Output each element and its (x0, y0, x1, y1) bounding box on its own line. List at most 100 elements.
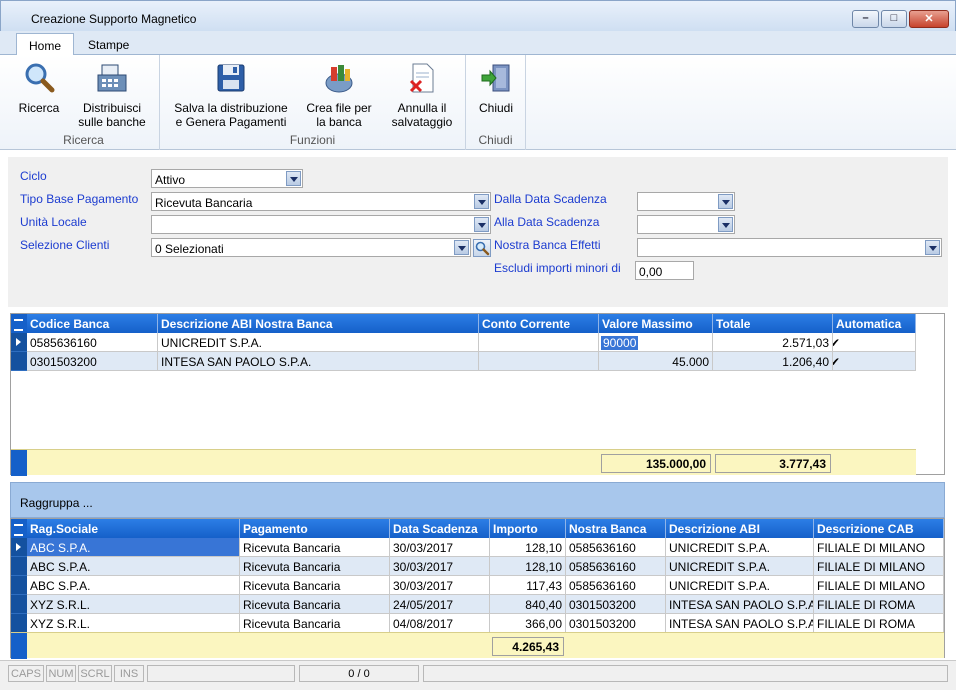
salva-button[interactable]: Salva la distribuzione e Genera Pagament… (168, 61, 294, 129)
table-cell[interactable]: 2.571,03 (713, 333, 833, 352)
col-descrizione-abi[interactable]: Descrizione ABI (666, 519, 814, 538)
table-cell[interactable]: Ricevuta Bancaria (240, 614, 390, 633)
table-cell[interactable]: 24/05/2017 (390, 595, 490, 614)
table-row[interactable]: 0301503200 (27, 352, 158, 371)
table-cell[interactable]: INTESA SAN PAOLO S.P.A (666, 595, 814, 614)
close-icon: ✕ (924, 13, 934, 25)
tipo-base-pagamento-select[interactable]: Ricevuta Bancaria (151, 192, 491, 211)
table-cell[interactable]: 128,10 (490, 538, 566, 557)
col-importo[interactable]: Importo (490, 519, 566, 538)
chiudi-button[interactable]: Chiudi (472, 61, 520, 115)
table-cell[interactable]: 30/03/2017 (390, 538, 490, 557)
valore-massimo-editor[interactable]: 90000 (599, 333, 713, 352)
row-indicator[interactable] (11, 576, 27, 595)
table-cell[interactable]: UNICREDIT S.P.A. (666, 538, 814, 557)
ciclo-select[interactable]: Attivo (151, 169, 303, 188)
table-cell[interactable]: Ricevuta Bancaria (240, 576, 390, 595)
table-cell[interactable]: Ricevuta Bancaria (240, 595, 390, 614)
table-cell[interactable]: 1.206,40 (713, 352, 833, 371)
table-cell[interactable]: 0585636160 (566, 538, 666, 557)
chevron-down-icon[interactable] (925, 240, 940, 255)
table-row[interactable]: ABC S.P.A. (27, 538, 240, 557)
unita-locale-select[interactable] (151, 215, 491, 234)
col-data-scadenza[interactable]: Data Scadenza (390, 519, 490, 538)
tab-home[interactable]: Home (16, 33, 74, 55)
table-row[interactable]: ABC S.P.A. (27, 557, 240, 576)
ribbon: Ricerca Distribuisci sulle banche Ricerc… (0, 55, 956, 150)
row-indicator[interactable] (11, 352, 27, 371)
table-row[interactable]: 0585636160 (27, 333, 158, 352)
table-cell[interactable] (479, 333, 599, 352)
table-cell[interactable]: 45.000 (599, 352, 713, 371)
col-rag-sociale[interactable]: Rag.Sociale (27, 519, 240, 538)
row-indicator[interactable] (11, 538, 27, 557)
table-cell[interactable] (479, 352, 599, 371)
row-indicator[interactable] (11, 557, 27, 576)
table-cell[interactable]: 840,40 (490, 595, 566, 614)
row-indicator[interactable] (11, 595, 27, 614)
col-codice-banca[interactable]: Codice Banca (27, 314, 158, 333)
minimize-button[interactable]: – (852, 10, 879, 28)
table-cell[interactable]: 117,43 (490, 576, 566, 595)
dalla-data-scadenza-picker[interactable] (637, 192, 735, 211)
table-cell[interactable]: 04/08/2017 (390, 614, 490, 633)
table-cell[interactable]: 0301503200 (566, 595, 666, 614)
col-totale[interactable]: Totale (713, 314, 833, 333)
table-row[interactable]: XYZ S.R.L. (27, 614, 240, 633)
annulla-button[interactable]: Annulla il salvataggio (386, 61, 458, 129)
table-cell[interactable]: FILIALE DI ROMA (814, 614, 944, 633)
table-cell[interactable]: UNICREDIT S.P.A. (666, 557, 814, 576)
automatica-checkbox[interactable]: ✔ (833, 352, 916, 371)
escludi-importi-input[interactable]: 0,00 (635, 261, 694, 280)
table-cell[interactable]: 366,00 (490, 614, 566, 633)
table-cell[interactable]: FILIALE DI MILANO (814, 538, 944, 557)
chevron-down-icon[interactable] (286, 171, 301, 186)
table-cell[interactable]: 128,10 (490, 557, 566, 576)
nostra-banca-effetti-select[interactable] (637, 238, 942, 257)
ricerca-button[interactable]: Ricerca (12, 61, 66, 115)
distribuisci-button[interactable]: Distribuisci sulle banche (72, 61, 152, 129)
chevron-down-icon[interactable] (718, 217, 733, 232)
table-cell[interactable]: 0585636160 (566, 557, 666, 576)
table-cell[interactable]: UNICREDIT S.P.A. (666, 576, 814, 595)
table-cell[interactable]: Ricevuta Bancaria (240, 538, 390, 557)
table-cell[interactable]: Ricevuta Bancaria (240, 557, 390, 576)
table-cell[interactable]: 0585636160 (566, 576, 666, 595)
col-automatica[interactable]: Automatica (833, 314, 916, 333)
table-cell[interactable]: FILIALE DI MILANO (814, 576, 944, 595)
alla-data-scadenza-picker[interactable] (637, 215, 735, 234)
chevron-down-icon[interactable] (474, 194, 489, 209)
column-chooser-icon[interactable] (11, 314, 27, 333)
table-cell[interactable]: 30/03/2017 (390, 557, 490, 576)
chevron-down-icon[interactable] (474, 217, 489, 232)
clienti-search-button[interactable] (473, 239, 491, 257)
table-cell[interactable]: INTESA SAN PAOLO S.P.A. (158, 352, 479, 371)
col-nostra-banca[interactable]: Nostra Banca (566, 519, 666, 538)
automatica-checkbox[interactable]: ✔ (833, 333, 916, 352)
column-chooser-icon[interactable] (11, 519, 27, 538)
col-descrizione-abi[interactable]: Descrizione ABI Nostra Banca (158, 314, 479, 333)
group-by-panel[interactable]: Raggruppa ... (10, 482, 945, 518)
col-pagamento[interactable]: Pagamento (240, 519, 390, 538)
row-indicator[interactable] (11, 614, 27, 633)
table-cell[interactable]: FILIALE DI ROMA (814, 595, 944, 614)
row-indicator[interactable] (11, 333, 27, 352)
table-cell[interactable]: 30/03/2017 (390, 576, 490, 595)
table-row[interactable]: ABC S.P.A. (27, 576, 240, 595)
selezione-clienti-select[interactable]: 0 Selezionati (151, 238, 471, 257)
table-cell[interactable]: FILIALE DI MILANO (814, 557, 944, 576)
chevron-down-icon[interactable] (718, 194, 733, 209)
table-cell[interactable]: UNICREDIT S.P.A. (158, 333, 479, 352)
table-cell[interactable]: 0301503200 (566, 614, 666, 633)
tab-stampe[interactable]: Stampe (76, 33, 141, 55)
close-button[interactable]: ✕ (909, 10, 949, 28)
table-cell[interactable]: INTESA SAN PAOLO S.P.A (666, 614, 814, 633)
status-panel (147, 665, 295, 682)
table-row[interactable]: XYZ S.R.L. (27, 595, 240, 614)
crea-file-button[interactable]: Crea file per la banca (300, 61, 378, 129)
chevron-down-icon[interactable] (454, 240, 469, 255)
col-valore-massimo[interactable]: Valore Massimo (599, 314, 713, 333)
col-descrizione-cab[interactable]: Descrizione CAB (814, 519, 944, 538)
maximize-button[interactable]: □ (881, 10, 907, 28)
col-conto-corrente[interactable]: Conto Corrente (479, 314, 599, 333)
